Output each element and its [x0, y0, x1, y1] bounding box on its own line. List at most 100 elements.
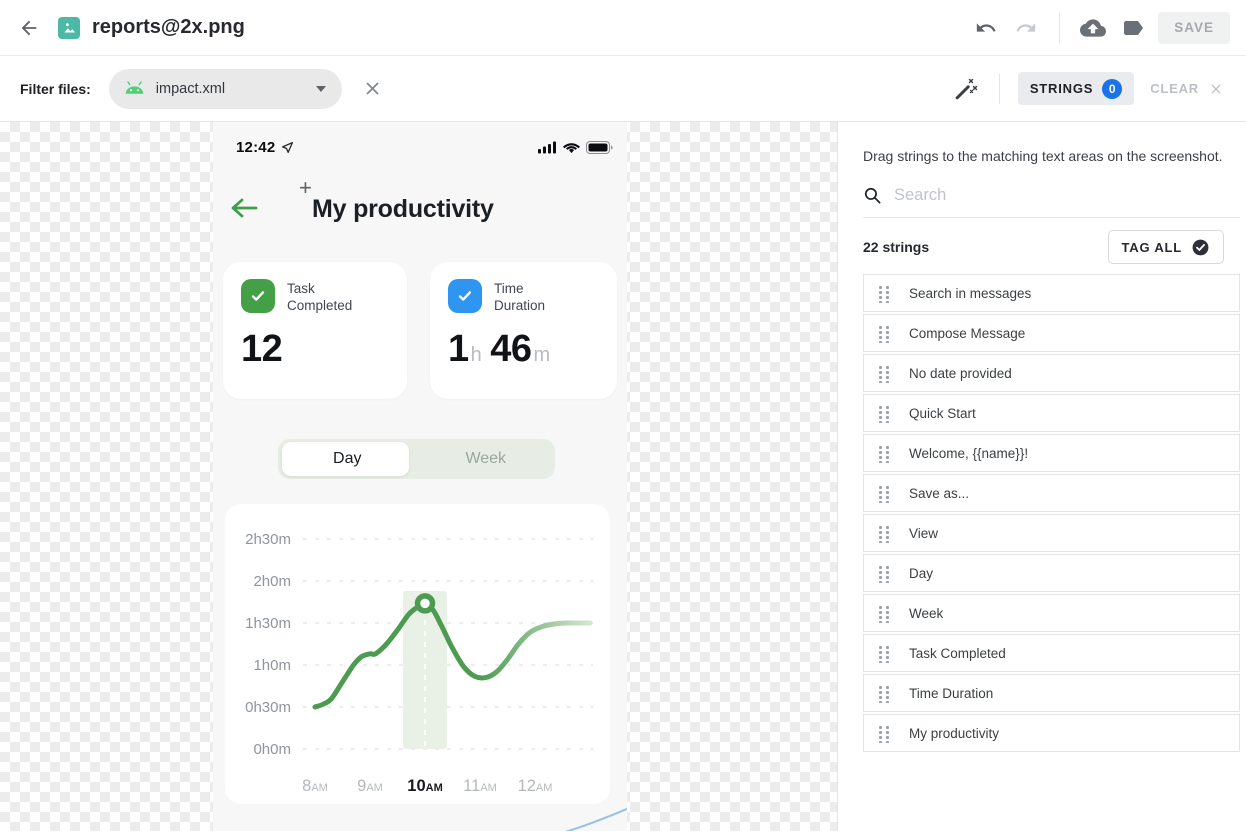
tag-button[interactable] [1118, 13, 1148, 43]
string-text: View [909, 526, 938, 541]
minutes-unit: m [534, 344, 550, 367]
svg-text:2h0m: 2h0m [253, 573, 291, 590]
string-list-item[interactable]: My productivity [863, 714, 1240, 752]
day-week-toggle: Day Week [278, 439, 555, 479]
string-list-item[interactable]: Quick Start [863, 394, 1240, 432]
drag-handle-icon[interactable] [876, 324, 889, 343]
cloud-upload-icon [1080, 15, 1106, 41]
phone-header: + My productivity [213, 174, 627, 234]
drag-handle-icon[interactable] [876, 484, 889, 503]
strings-list: Search in messages Compose MessageNo date… [863, 274, 1240, 752]
selected-file-name: impact.xml [156, 81, 225, 97]
green-back-arrow-icon [229, 196, 259, 220]
status-icons [538, 141, 613, 154]
strings-count-badge: 0 [1102, 79, 1122, 99]
toggle-option-week[interactable]: Week [417, 439, 556, 479]
plus-icon: + [299, 175, 312, 201]
svg-text:12AM: 12AM [518, 777, 553, 795]
drag-handle-icon[interactable] [876, 284, 889, 303]
drag-handle-icon[interactable] [876, 724, 889, 743]
svg-text:1h0m: 1h0m [253, 657, 291, 674]
drag-handle-icon[interactable] [876, 404, 889, 423]
svg-text:2h30m: 2h30m [245, 531, 291, 548]
string-list-item[interactable]: Time Duration [863, 674, 1240, 712]
drag-handle-icon[interactable] [876, 364, 889, 383]
svg-text:10AM: 10AM [407, 777, 442, 795]
string-list-item[interactable]: View [863, 514, 1240, 552]
string-text: Save as... [909, 486, 969, 501]
auto-tag-button[interactable] [951, 74, 981, 104]
phone-back-button[interactable] [229, 196, 259, 225]
string-text: My productivity [909, 726, 999, 741]
file-filter-dropdown[interactable]: impact.xml [109, 69, 342, 109]
productivity-line-chart: 2h30m2h0m1h30m1h0m0h30m0h0m8AM9AM10AM11A… [225, 504, 610, 804]
string-list-item[interactable]: Task Completed [863, 634, 1240, 672]
top-bar: reports@2x.png SAVE [0, 0, 1246, 56]
string-text: Quick Start [909, 406, 976, 421]
magic-wand-icon [954, 77, 978, 101]
strings-filter-button[interactable]: STRINGS 0 [1018, 72, 1134, 105]
close-icon [1208, 81, 1224, 97]
main-area: 12:42 [0, 122, 1246, 831]
string-list-item[interactable]: Save as... [863, 474, 1240, 512]
undo-icon [975, 17, 997, 39]
clear-button-label: CLEAR [1150, 81, 1199, 96]
string-list-item[interactable]: Search in messages [863, 274, 1240, 312]
svg-text:8AM: 8AM [302, 777, 328, 795]
undo-button[interactable] [971, 13, 1001, 43]
signal-icon [538, 141, 557, 154]
drag-handle-icon[interactable] [876, 644, 889, 663]
string-list-item[interactable]: No date provided [863, 354, 1240, 392]
top-bar-actions: SAVE [971, 12, 1230, 44]
divider [1059, 13, 1060, 43]
screenshot-canvas: 12:42 [0, 122, 837, 831]
clear-tags-button[interactable]: CLEAR [1150, 81, 1224, 97]
task-completed-card: Task Completed 12 [223, 262, 407, 399]
strings-panel: Drag strings to the matching text areas … [837, 122, 1246, 831]
string-text: Welcome, {{name}}! [909, 446, 1028, 461]
stat-value: 1h 46m [448, 328, 601, 371]
battery-icon [586, 141, 613, 154]
drag-handle-icon[interactable] [876, 524, 889, 543]
time-duration-card: Time Duration 1h 46m [430, 262, 617, 399]
green-check-icon [241, 279, 275, 313]
drag-handle-icon[interactable] [876, 564, 889, 583]
drag-handle-icon[interactable] [876, 444, 889, 463]
back-arrow-icon [18, 17, 40, 39]
phone-screenshot[interactable]: 12:42 [213, 122, 627, 831]
drag-handle-icon[interactable] [876, 684, 889, 703]
tag-all-button[interactable]: TAG ALL [1108, 230, 1224, 264]
partial-blue-line [213, 800, 627, 831]
toggle-option-day[interactable]: Day [278, 439, 417, 479]
string-list-item[interactable]: Day [863, 554, 1240, 592]
strings-button-label: STRINGS [1030, 81, 1093, 96]
drag-handle-icon[interactable] [876, 604, 889, 623]
redo-button[interactable] [1011, 13, 1041, 43]
redo-icon [1015, 17, 1037, 39]
svg-text:9AM: 9AM [357, 777, 383, 795]
status-time: 12:42 [236, 139, 275, 156]
stat-cards: Task Completed 12 Time Duration 1h [213, 262, 627, 399]
clear-file-filter-button[interactable] [358, 74, 388, 104]
upload-button[interactable] [1078, 13, 1108, 43]
filter-bar: Filter files: impact.xml [0, 56, 1246, 122]
string-list-item[interactable]: Week [863, 594, 1240, 632]
string-text: Search in messages [909, 286, 1031, 301]
string-list-item[interactable]: Welcome, {{name}}! [863, 434, 1240, 472]
close-icon [362, 78, 383, 99]
phone-screen-title: My productivity [312, 195, 494, 224]
panel-instruction: Drag strings to the matching text areas … [863, 148, 1246, 164]
stat-label: Task Completed [287, 280, 367, 315]
hours-value: 1 [448, 328, 469, 371]
phone-status-bar: 12:42 [213, 136, 627, 158]
stat-label: Time Duration [494, 280, 574, 315]
svg-text:1h30m: 1h30m [245, 615, 291, 632]
strings-count-label: 22 strings [863, 239, 929, 255]
stat-value: 12 [241, 328, 391, 371]
save-button[interactable]: SAVE [1158, 12, 1230, 44]
app-window: reports@2x.png SAVE Filter files: [0, 0, 1246, 832]
search-input[interactable] [894, 186, 1240, 205]
productivity-chart-card: 2h30m2h0m1h30m1h0m0h30m0h0m8AM9AM10AM11A… [225, 504, 610, 804]
string-list-item[interactable]: Compose Message [863, 314, 1240, 352]
back-button[interactable] [14, 13, 44, 43]
